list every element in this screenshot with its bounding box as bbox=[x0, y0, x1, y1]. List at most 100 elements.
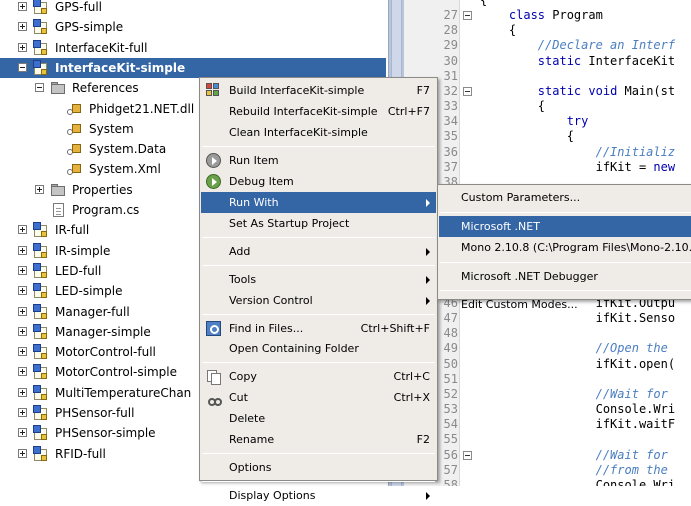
menu-item-version-control[interactable]: Version Control bbox=[201, 290, 436, 311]
menu-separator bbox=[202, 481, 435, 483]
tree-item-gps-simple[interactable]: GPS-simple bbox=[0, 17, 386, 37]
code-line: ifKit.open( bbox=[480, 356, 676, 371]
menu-item-custom-parameters[interactable]: Custom Parameters... bbox=[439, 187, 691, 208]
menu-separator bbox=[202, 453, 435, 455]
menu-separator bbox=[202, 145, 435, 147]
tree-item-label: Phidget21.NET.dll bbox=[89, 101, 195, 116]
menu-item-label: Run With bbox=[229, 195, 279, 209]
menu-item-delete[interactable]: Delete bbox=[201, 408, 436, 429]
menu-item-microsoft-net-debugger[interactable]: Microsoft .NET Debugger bbox=[439, 266, 691, 287]
build-icon bbox=[206, 83, 221, 98]
menu-item-find-in-files[interactable]: Find in Files... Ctrl+Shift+F bbox=[201, 318, 436, 339]
menu-item-rebuild-interfacekit-simple[interactable]: Rebuild InterfaceKit-simple Ctrl+F7 bbox=[201, 101, 436, 122]
menu-item-label: Find in Files... bbox=[229, 321, 304, 335]
menu-item-build-interfacekit-simple[interactable]: Build InterfaceKit-simple F7 bbox=[201, 80, 436, 101]
expand-toggle-icon[interactable] bbox=[18, 2, 27, 11]
project-icon bbox=[33, 425, 49, 441]
line-number: 30 bbox=[443, 53, 458, 68]
menu-item-open-containing-folder[interactable]: Open Containing Folder bbox=[201, 338, 436, 359]
fold-toggle-icon[interactable] bbox=[463, 11, 472, 21]
code-line: Console.Wri bbox=[480, 402, 676, 417]
expand-toggle-icon[interactable] bbox=[18, 408, 27, 417]
menu-item-label: Build InterfaceKit-simple bbox=[229, 84, 365, 97]
submenu-arrow-icon bbox=[426, 296, 430, 305]
expand-toggle-icon[interactable] bbox=[18, 225, 27, 235]
reference-icon bbox=[65, 121, 81, 137]
tree-item-label: System bbox=[89, 121, 134, 136]
code-line: class Program bbox=[508, 8, 603, 23]
menu-separator bbox=[440, 211, 691, 213]
fold-toggle-icon[interactable] bbox=[463, 86, 472, 96]
menu-item-label: Delete bbox=[229, 412, 266, 426]
menu-item-display-options[interactable]: Display Options bbox=[201, 485, 436, 506]
menu-item-run-with[interactable]: Run With bbox=[201, 191, 436, 213]
menu-item-microsoft-net[interactable]: Microsoft .NET bbox=[439, 215, 691, 237]
menu-item-clean-interfacekit-simple[interactable]: Clean InterfaceKit-simple bbox=[201, 122, 436, 143]
tree-item-label: IR-simple bbox=[55, 243, 111, 258]
fold-toggle-icon[interactable] bbox=[463, 450, 472, 460]
menu-item-mono-2-10-8-c-program-files-mono-2-10-8[interactable]: Mono 2.10.8 (C:\Program Files\Mono-2.10.… bbox=[439, 237, 691, 258]
menu-item-shortcut: F2 bbox=[416, 433, 430, 447]
expand-toggle-icon[interactable] bbox=[18, 326, 27, 336]
menu-item-options[interactable]: Options bbox=[201, 457, 436, 478]
menu-item-add[interactable]: Add bbox=[201, 241, 436, 262]
collapse-toggle-icon[interactable] bbox=[35, 83, 44, 93]
menu-item-run-item[interactable]: Run Item bbox=[201, 150, 436, 171]
tree-item-label: LED-full bbox=[55, 263, 102, 278]
tree-item-interfacekit-full[interactable]: InterfaceKit-full bbox=[0, 38, 386, 58]
project-icon bbox=[33, 323, 49, 340]
tree-item-label: InterfaceKit-full bbox=[55, 40, 148, 55]
line-number: 28 bbox=[443, 23, 458, 38]
menu-item-edit-custom-modes[interactable]: Edit Custom Modes... bbox=[439, 294, 691, 315]
menu-item-cut[interactable]: Cut Ctrl+X bbox=[201, 387, 436, 408]
menu-item-label: Set As Startup Project bbox=[229, 216, 350, 230]
tree-item-label: References bbox=[72, 81, 139, 96]
expand-toggle-icon[interactable] bbox=[18, 22, 27, 32]
line-number: 27 bbox=[443, 8, 458, 23]
menu-item-rename[interactable]: Rename F2 bbox=[201, 429, 436, 450]
tree-item-label: System.Data bbox=[89, 142, 167, 157]
expand-toggle-icon[interactable] bbox=[18, 265, 27, 275]
project-icon bbox=[33, 364, 49, 380]
expand-toggle-icon[interactable] bbox=[35, 184, 44, 194]
code-line: //Wait for bbox=[480, 386, 668, 401]
submenu-arrow-icon bbox=[426, 198, 430, 207]
expand-toggle-icon[interactable] bbox=[18, 367, 27, 377]
menu-item-tools[interactable]: Tools bbox=[201, 269, 436, 290]
menu-item-shortcut: Ctrl+F7 bbox=[387, 104, 430, 118]
tree-item-label: System.Xml bbox=[89, 162, 161, 177]
menu-item-copy[interactable]: Copy Ctrl+C bbox=[201, 366, 436, 387]
menu-item-shortcut: Ctrl+C bbox=[393, 370, 430, 384]
expand-toggle-icon[interactable] bbox=[18, 347, 27, 357]
menu-item-debug-item[interactable]: Debug Item bbox=[201, 171, 436, 192]
collapse-toggle-icon[interactable] bbox=[18, 62, 27, 72]
expand-toggle-icon[interactable] bbox=[18, 306, 27, 316]
expand-toggle-icon[interactable] bbox=[18, 387, 27, 397]
expand-toggle-icon[interactable] bbox=[18, 428, 27, 438]
expand-toggle-icon[interactable] bbox=[18, 448, 27, 458]
reference-icon bbox=[65, 101, 81, 117]
submenu-arrow-icon bbox=[426, 275, 430, 284]
menu-item-label: Mono 2.10.8 (C:\Program Files\Mono-2.10.… bbox=[461, 241, 691, 254]
menu-item-shortcut: Ctrl+X bbox=[393, 391, 430, 405]
project-icon bbox=[33, 222, 49, 238]
tree-item-interfacekit-simple[interactable]: InterfaceKit-simple bbox=[0, 57, 386, 78]
project-icon bbox=[33, 242, 49, 259]
menu-item-label: Clean InterfaceKit-simple bbox=[229, 125, 368, 139]
project-icon bbox=[33, 384, 49, 401]
code-line: ifKit = new bbox=[480, 159, 676, 174]
tree-item-label: PHSensor-full bbox=[55, 406, 135, 420]
project-icon bbox=[33, 283, 49, 299]
debug-icon bbox=[206, 173, 221, 189]
menu-item-set-as-startup-project[interactable]: Set As Startup Project bbox=[201, 213, 436, 234]
expand-toggle-icon[interactable] bbox=[18, 245, 27, 255]
folder-icon bbox=[50, 182, 66, 198]
expand-toggle-icon[interactable] bbox=[18, 286, 27, 296]
tree-item-gps-full[interactable]: GPS-full bbox=[0, 0, 386, 17]
project-context-menu[interactable]: Build InterfaceKit-simple F7 Rebuild Inter… bbox=[199, 77, 438, 502]
run-with-submenu[interactable]: Custom Parameters... Microsoft .NET Mono 2… bbox=[437, 184, 691, 311]
tree-item-label: Properties bbox=[72, 182, 133, 197]
menu-item-label: Rebuild InterfaceKit-simple bbox=[229, 104, 378, 118]
expand-toggle-icon[interactable] bbox=[18, 42, 27, 52]
code-line: Console.Wri bbox=[480, 477, 676, 486]
